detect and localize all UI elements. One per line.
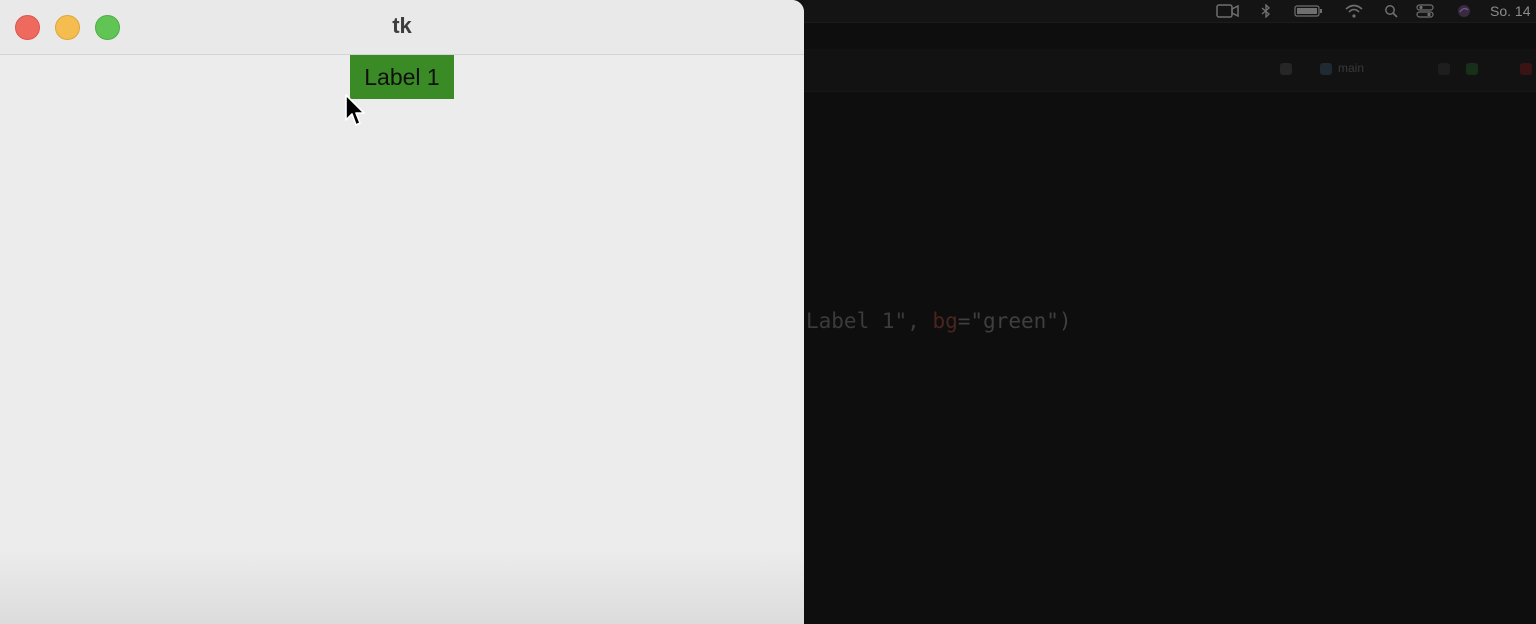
ide-debug-icon[interactable] [1466, 63, 1478, 75]
ide-stop-icon[interactable] [1520, 63, 1532, 75]
ide-run-config-icon[interactable] [1438, 63, 1450, 75]
wifi-icon[interactable] [1344, 4, 1364, 18]
window-titlebar[interactable]: tk [0, 0, 804, 55]
battery-icon[interactable] [1294, 4, 1324, 18]
menubar: So. 14 [804, 0, 1536, 23]
green-label: Label 1 [350, 55, 454, 99]
siri-icon[interactable] [1456, 4, 1472, 18]
control-center-icon[interactable] [1416, 4, 1434, 18]
ide-branch-selector[interactable]: main [1338, 61, 1364, 75]
tk-window: tk Label 1 [0, 0, 804, 624]
window-title: tk [392, 13, 412, 38]
ide-code-line: Label 1", bg="green") [806, 309, 1072, 333]
spotlight-search-icon[interactable] [1384, 4, 1398, 18]
background-ide-window: main Label 1", bg="green") [804, 23, 1536, 624]
screen-record-icon[interactable] [1216, 4, 1240, 18]
menubar-clock[interactable]: So. 14 [1490, 3, 1530, 19]
arrow-cursor-icon [345, 94, 365, 126]
ide-user-icon[interactable] [1280, 63, 1292, 75]
code-fragment: Label 1", [806, 309, 920, 333]
code-fragment-end: ="green") [957, 309, 1072, 333]
ide-python-icon[interactable] [1320, 63, 1332, 75]
desktop: So. 14 main Label 1", bg="green") tk Lab… [0, 0, 1536, 624]
bluetooth-icon[interactable] [1260, 3, 1272, 19]
code-keyword: bg [932, 309, 958, 333]
ide-toolbar [804, 49, 1536, 92]
